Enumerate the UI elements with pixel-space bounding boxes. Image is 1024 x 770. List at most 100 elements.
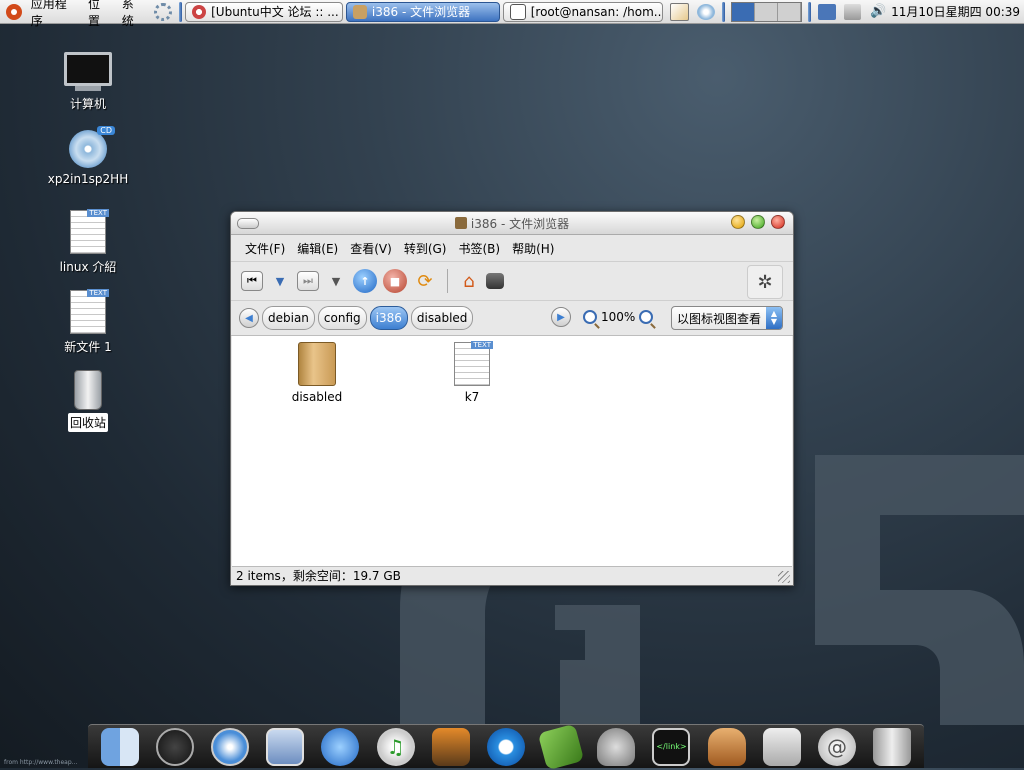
back-button[interactable]: ⏮ [241, 271, 263, 291]
address-icon[interactable]: @ [818, 727, 857, 766]
menu-go[interactable]: 转到(G) [398, 240, 453, 257]
quicktime-icon[interactable] [486, 727, 525, 766]
status-text: 2 items，剩余空间：19.7 GB [236, 569, 401, 583]
system-prefs-icon[interactable] [762, 727, 801, 766]
menu-places[interactable]: 位置 [83, 0, 117, 28]
text-editor-icon[interactable] [669, 2, 690, 21]
puzzle-icon[interactable] [817, 3, 836, 20]
menu-system[interactable]: 系统 [117, 0, 151, 28]
ubuntu-logo-icon[interactable] [6, 3, 22, 20]
menu-file[interactable]: 文件(F) [239, 240, 291, 257]
menu-help[interactable]: 帮助(H) [506, 240, 560, 257]
trash-icon [74, 370, 102, 410]
desktop-icon-linux-doc[interactable]: linux 介紹 [33, 209, 143, 276]
workspace-switcher[interactable] [730, 1, 802, 22]
home-button[interactable]: ⌂ [458, 270, 480, 292]
downloader-icon[interactable] [707, 727, 746, 766]
folder-icon [352, 4, 367, 19]
task-label: i386 - 文件浏览器 [371, 5, 471, 19]
view-mode-select[interactable]: 以图标视图查看 ▲ ▼ [671, 306, 783, 330]
desktop-icon-label: xp2in1sp2HH [47, 172, 129, 186]
menu-view[interactable]: 查看(V) [344, 240, 398, 257]
printer-icon[interactable] [843, 3, 862, 20]
dictionary-icon[interactable] [537, 723, 585, 770]
file-item-disabled[interactable]: disabled [262, 342, 372, 404]
forward-dropdown-icon[interactable]: ▼ [325, 270, 347, 292]
iphoto-icon[interactable] [431, 727, 470, 766]
panel-separator [721, 1, 725, 22]
desktop-icon-label: 新文件 1 [64, 340, 112, 354]
top-panel: 应用程序 位置 系统 [Ubuntu中文 论坛 :: ... i386 - 文件… [0, 0, 1024, 28]
firefox-icon [192, 4, 207, 19]
desktop-icon-cd[interactable]: xp2in1sp2HH [33, 126, 143, 187]
back-dropdown-icon[interactable]: ▼ [269, 270, 291, 292]
crumb-config[interactable]: config [317, 306, 367, 330]
zoom-in-icon[interactable] [639, 310, 654, 324]
volume-icon[interactable]: 🔊 [869, 4, 887, 20]
crumb-debian[interactable]: debian [262, 306, 315, 330]
stop-button[interactable]: ■ [383, 269, 407, 293]
view-mode-label: 以图标视图查看 [677, 311, 762, 326]
workspace-3[interactable] [777, 2, 801, 21]
reload-button[interactable]: ⟳ [413, 269, 437, 293]
select-arrow-icon: ▲ ▼ [766, 307, 782, 329]
ichat-icon[interactable] [321, 727, 360, 766]
crumb-disabled[interactable]: disabled [410, 306, 474, 330]
menu-bookmarks[interactable]: 书签(B) [452, 240, 506, 257]
status-bar: 2 items，剩余空间：19.7 GB [232, 566, 792, 584]
crumb-i386[interactable]: i386 [369, 306, 408, 330]
panel-separator [807, 1, 811, 22]
window-titlebar[interactable]: i386 - 文件浏览器 [231, 212, 793, 235]
trash-icon[interactable] [873, 727, 912, 766]
task-button-browser[interactable]: [Ubuntu中文 论坛 :: ... [185, 1, 343, 22]
file-item-k7[interactable]: k7 [417, 341, 527, 404]
task-button-file-browser[interactable]: i386 - 文件浏览器 [345, 1, 500, 22]
finder-icon[interactable] [100, 727, 139, 766]
maximize-button[interactable] [751, 215, 765, 229]
desktop-icon-label: linux 介紹 [59, 260, 117, 274]
file-browser-window: i386 - 文件浏览器 文件(F) 编辑(E) 查看(V) 转到(G) 书签(… [230, 211, 794, 586]
task-label: [root@nansan: /hom... [530, 4, 663, 19]
folder-icon [298, 342, 336, 386]
desktop-icon-new-file[interactable]: 新文件 1 [33, 289, 143, 356]
clock[interactable]: 11月10日星期四 00:39 [891, 3, 1024, 20]
itunes-icon[interactable]: ♫ [376, 727, 415, 766]
computer-button[interactable] [486, 273, 504, 289]
dashboard-icon[interactable] [155, 727, 194, 766]
up-button[interactable]: ↑ [353, 269, 377, 293]
window-menu-button[interactable] [237, 218, 259, 229]
resize-grip[interactable] [778, 571, 790, 583]
panel-separator [179, 1, 183, 22]
zoom-control: ▶ 100% [551, 307, 654, 327]
crumb-back-icon[interactable]: ◀ [239, 308, 259, 328]
cd-burner-icon[interactable] [697, 3, 715, 20]
automator-icon[interactable] [597, 727, 636, 766]
crumb-forward-icon[interactable]: ▶ [551, 307, 571, 327]
minimize-button[interactable] [731, 215, 745, 229]
safari-icon[interactable] [210, 727, 249, 766]
zoom-out-icon[interactable] [583, 310, 597, 324]
workspace-1[interactable] [731, 2, 755, 21]
settings-gear-icon[interactable] [154, 2, 173, 21]
window-menubar: 文件(F) 编辑(E) 查看(V) 转到(G) 书签(B) 帮助(H) [231, 235, 793, 262]
terminal-icon [509, 3, 526, 20]
close-button[interactable] [771, 215, 785, 229]
zoom-level[interactable]: 100% [601, 310, 635, 324]
wallpaper-credit: from http://www.theap... [4, 759, 78, 766]
file-name: k7 [464, 390, 480, 404]
window-title: i386 - 文件浏览器 [470, 216, 570, 231]
workspace-2[interactable] [754, 2, 778, 21]
desktop-icon-label: 回收站 [67, 413, 108, 432]
file-view[interactable]: disabled k7 [232, 336, 792, 566]
desktop-icon-computer[interactable]: 计算机 [33, 52, 143, 113]
desktop-icon-trash[interactable]: 回收站 [33, 370, 143, 432]
computer-icon [64, 52, 112, 86]
mail-icon[interactable] [266, 727, 305, 766]
task-button-terminal[interactable]: [root@nansan: /hom... [502, 1, 663, 22]
html-editor-icon[interactable]: </link> [652, 727, 691, 766]
forward-button[interactable]: ⏭ [297, 271, 319, 291]
menu-applications[interactable]: 应用程序 [26, 0, 83, 28]
file-name: disabled [291, 390, 343, 404]
menu-edit[interactable]: 编辑(E) [291, 240, 344, 257]
text-file-icon [454, 341, 493, 386]
